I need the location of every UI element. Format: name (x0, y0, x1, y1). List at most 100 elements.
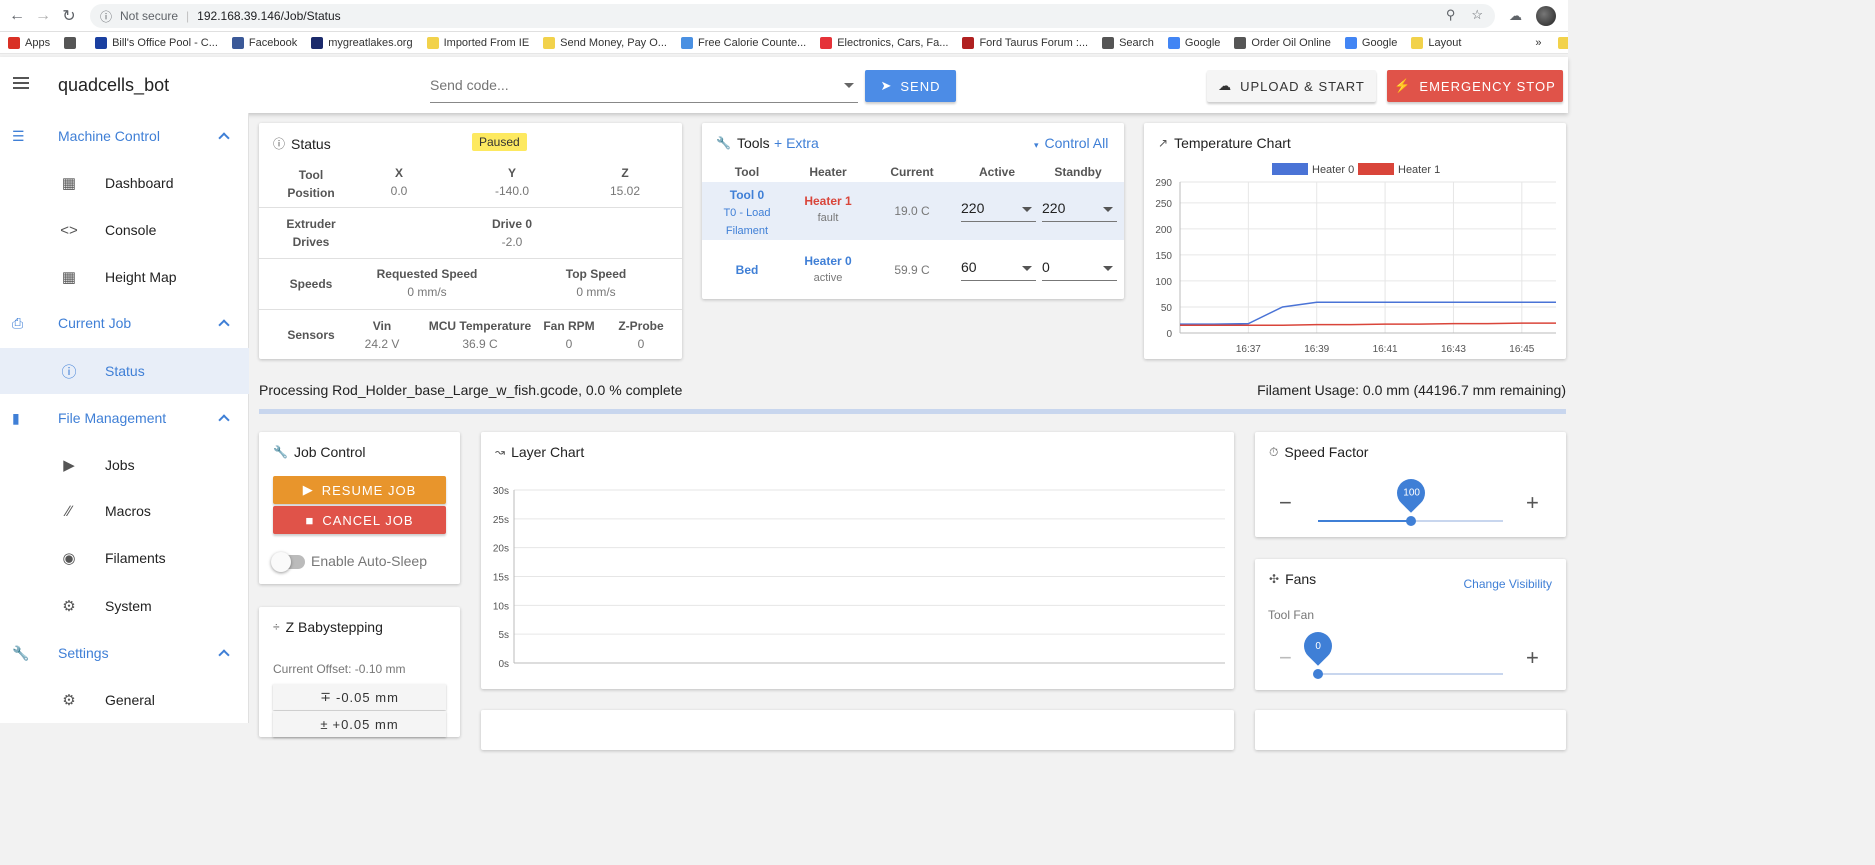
tool-row-tool0[interactable]: Tool 0 T0 - Load Filament Heater 1 fault… (702, 182, 1124, 240)
change-visibility-link[interactable]: Change Visibility (1464, 577, 1553, 591)
sidebar-group-file-management[interactable]: ▮ File Management (0, 395, 249, 441)
forward-icon[interactable]: → (30, 3, 56, 29)
chevron-up-icon (218, 132, 230, 144)
send-code-field[interactable] (430, 73, 858, 103)
other-bookmarks[interactable]: Other bookmarks (1557, 36, 1568, 49)
sidebar-item-label: Height Map (105, 269, 177, 285)
bookmark-item[interactable]: Ford Taurus Forum :... (962, 36, 1088, 49)
sensors-label: Sensors (287, 328, 335, 342)
bookmark-label: Layout (1428, 36, 1462, 49)
bookmark-item[interactable]: Google (1344, 36, 1397, 49)
sidebar-item-height-map[interactable]: ▦ Height Map (0, 254, 249, 300)
decrease-speed-button[interactable]: − (1279, 490, 1292, 516)
standby-temp-select[interactable]: 220 (1042, 196, 1117, 222)
bookmark-item[interactable]: Electronics, Cars, Fa... (820, 36, 948, 49)
resume-job-button[interactable]: ▶ Resume Job (273, 476, 446, 504)
play-icon: ▶ (63, 457, 75, 474)
cancel-job-button[interactable]: ■ Cancel Job (273, 506, 446, 534)
tool-fan-label: Tool Fan (1268, 608, 1315, 622)
address-bar[interactable]: ⓘ Not secure | 192.168.39.146/Job/Status… (90, 4, 1495, 28)
bookmark-icon (1167, 36, 1180, 49)
bookmark-item[interactable]: Imported From IE (426, 36, 529, 49)
upload-start-button[interactable]: ☁ Upload & Start (1207, 70, 1376, 102)
auto-sleep-toggle[interactable] (271, 552, 305, 572)
sidebar-group-settings[interactable]: 🔧 Settings (0, 630, 249, 676)
sidebar-item-general[interactable]: ⚙ General (0, 677, 249, 723)
x-tick-label: 16:45 (1509, 344, 1534, 355)
active-temp-select[interactable]: 220 (961, 196, 1036, 222)
send-button[interactable]: ➤ Send (865, 70, 956, 102)
sidebar-item-system[interactable]: ⚙ System (0, 583, 249, 629)
sidebar-item-status[interactable]: ⓘ Status (0, 348, 249, 394)
bookmarks-overflow-icon[interactable]: » (1535, 37, 1541, 49)
tools-card: 🔧 Tools + Extra ▾ Control All Tool Heater… (702, 123, 1124, 299)
bookmark-item[interactable]: Order Oil Online (1234, 36, 1331, 49)
sidebar-item-dashboard[interactable]: ▦ Dashboard (0, 160, 249, 206)
bookmark-item[interactable]: Search (1102, 36, 1154, 49)
active-temp-select[interactable]: 60 (961, 255, 1036, 281)
bookmark-item[interactable] (64, 36, 81, 49)
bookmark-icon (64, 36, 77, 49)
macro-icon: ∕∕ (66, 502, 72, 520)
decrease-fan-button[interactable]: − (1279, 645, 1292, 671)
y-tick-label: 290 (1155, 178, 1172, 189)
y-tick-label: 0 (1166, 329, 1172, 340)
sidebar-item-label: Jobs (105, 457, 135, 473)
menu-icon[interactable] (13, 77, 29, 89)
requested-speed: Requested Speed 0 mm/s (376, 267, 478, 299)
extension-icon[interactable]: ☁ (1509, 8, 1522, 24)
chevron-down-icon: ▾ (1034, 140, 1039, 150)
sidebar-item-jobs[interactable]: ▶ Jobs (0, 442, 249, 488)
control-all-link[interactable]: ▾ Control All (1034, 135, 1108, 151)
tool-name[interactable]: Tool 0 T0 - Load Filament (712, 186, 782, 240)
z-babystepping-card: ÷ Z Babystepping Current Offset: -0.10 m… (259, 607, 460, 737)
extra-link[interactable]: + Extra (774, 135, 819, 151)
auto-sleep-label: Enable Auto-Sleep (311, 553, 427, 569)
heater-cell[interactable]: Heater 0 active (798, 254, 858, 284)
bookmark-item[interactable]: mygreatlakes.org (311, 36, 413, 49)
sidebar-item-label: Dashboard (105, 175, 174, 191)
standby-temp-select[interactable]: 0 (1042, 255, 1117, 281)
bookmark-icon (426, 36, 439, 49)
star-icon[interactable]: ☆ (1471, 7, 1483, 23)
babystep-minus-button[interactable]: ∓ -0.05 mm (273, 684, 446, 710)
sidebar-group-current-job[interactable]: ⎙ Current Job (0, 300, 249, 346)
increase-fan-button[interactable]: + (1526, 645, 1539, 671)
bed-name[interactable]: Bed (712, 263, 782, 277)
lightning-icon: ⚡ (1394, 78, 1412, 93)
slider-thumb[interactable] (1313, 669, 1323, 679)
bookmark-item[interactable]: Facebook (231, 36, 297, 49)
send-code-input[interactable] (430, 73, 830, 93)
axis-z: Z 15.02 (609, 166, 641, 198)
increase-speed-button[interactable]: + (1526, 490, 1539, 516)
profile-avatar[interactable] (1536, 6, 1556, 26)
bookmark-item[interactable]: Send Money, Pay O... (543, 36, 667, 49)
info-icon: ⓘ (61, 363, 77, 381)
chevron-down-icon (1103, 207, 1113, 212)
chevron-down-icon[interactable] (844, 83, 854, 88)
tool-row-bed[interactable]: Bed Heater 0 active 59.9 C 60 0 (702, 240, 1124, 298)
babystep-minus-label: -0.05 mm (336, 689, 399, 705)
bookmark-icon (1344, 36, 1357, 49)
bookmark-item[interactable]: Free Calorie Counte... (680, 36, 806, 49)
info-icon[interactable]: ⓘ (100, 8, 112, 25)
emergency-stop-button[interactable]: ⚡ Emergency Stop (1387, 70, 1563, 102)
bookmark-item[interactable]: Apps (8, 36, 50, 49)
sidebar-item-macros[interactable]: ∕∕ Macros (0, 488, 249, 534)
bookmark-item[interactable]: Bill's Office Pool - C... (95, 36, 218, 49)
app-bar: quadcells_bot ➤ Send ☁ Upload & Start ⚡ … (0, 57, 1568, 113)
bookmark-item[interactable]: Google (1167, 36, 1220, 49)
bookmark-item[interactable]: Layout (1411, 36, 1462, 49)
babystep-plus-button[interactable]: ± +0.05 mm (273, 711, 446, 737)
heater-cell[interactable]: Heater 1 fault (798, 194, 858, 224)
sidebar-item-filaments[interactable]: ◉ Filaments (0, 535, 249, 581)
sidebar-item-console[interactable]: <> Console (0, 207, 249, 253)
bookmark-icon (1234, 36, 1247, 49)
back-icon[interactable]: ← (4, 3, 30, 29)
reload-icon[interactable]: ↻ (56, 3, 82, 29)
sidebar-group-machine-control[interactable]: ☰ Machine Control (0, 113, 249, 159)
slider-thumb[interactable] (1405, 516, 1416, 526)
play-icon: ▶ (302, 482, 314, 497)
key-icon[interactable]: ⚲ (1446, 7, 1456, 23)
x-tick-label: 16:41 (1373, 344, 1398, 355)
